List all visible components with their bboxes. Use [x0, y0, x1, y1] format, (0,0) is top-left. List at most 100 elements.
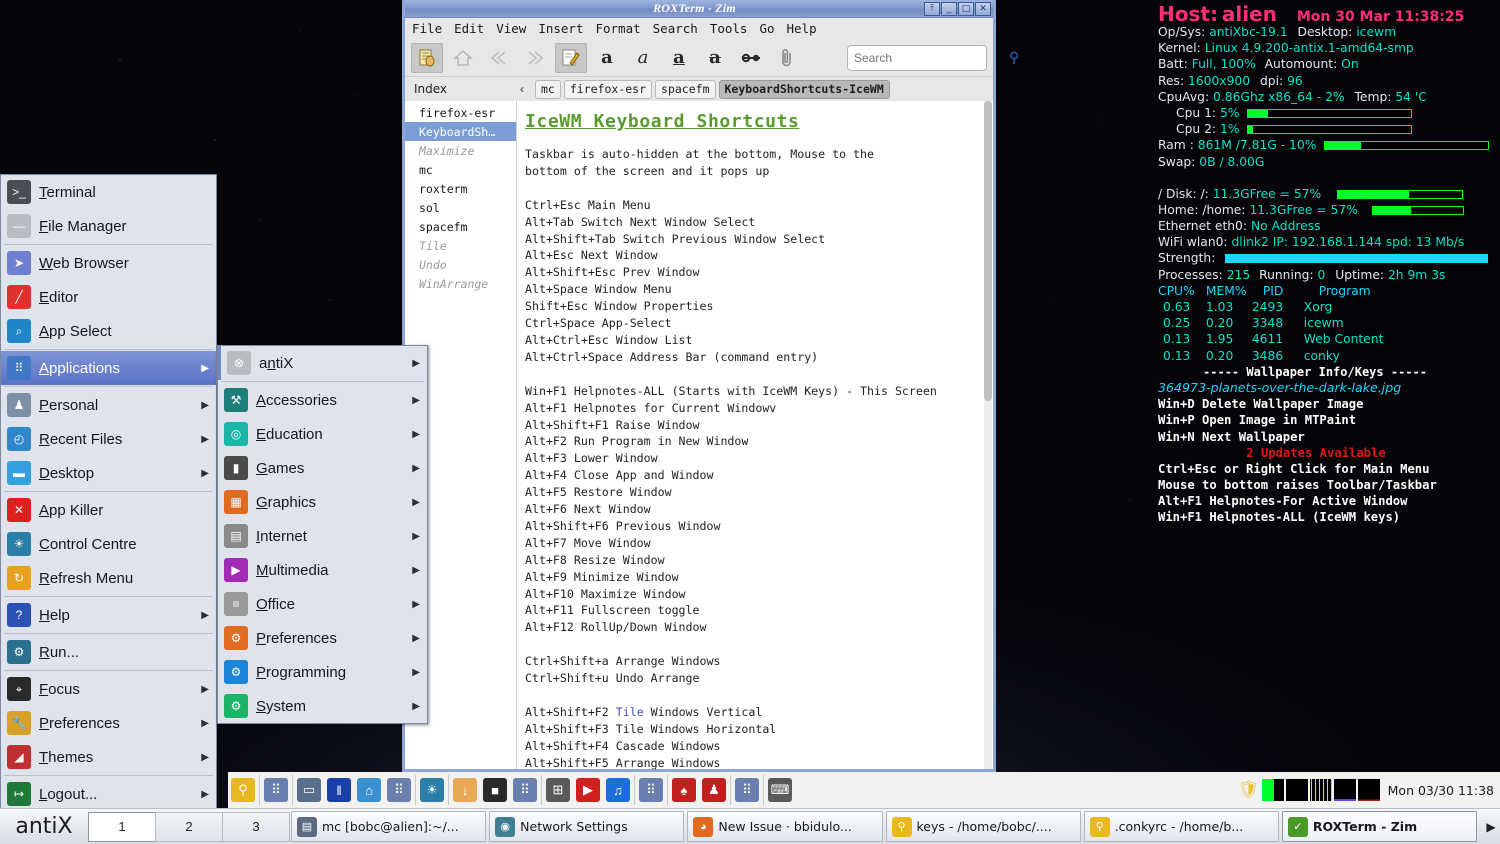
apps-grid-icon[interactable]: ⠿ — [511, 775, 539, 805]
menu-item-run[interactable]: ⚙Run... — [1, 635, 216, 669]
workspace-switcher[interactable]: 1 2 3 — [88, 812, 289, 842]
menu-item-terminal[interactable]: >_Terminal — [1, 175, 216, 209]
breadcrumb[interactable]: mc firefox-esr spacefm KeyboardShortcuts… — [529, 80, 890, 99]
mem-graph-monitor[interactable] — [1310, 779, 1332, 801]
zim-menubar[interactable]: File Edit View Insert Format Search Tool… — [405, 18, 993, 39]
temp-graph-monitor[interactable] — [1358, 779, 1380, 801]
taskbar-task[interactable]: ✓ROXTerm - Zim — [1282, 811, 1477, 842]
menu-edit[interactable]: Edit — [454, 21, 484, 36]
home-icon[interactable] — [447, 43, 479, 73]
control-centre-icon[interactable]: ☀ — [418, 775, 446, 805]
taskbar-task[interactable]: ▤mc [bobc@alien]:~/... — [291, 811, 486, 842]
new-page-icon[interactable] — [411, 43, 443, 73]
index-item-tile[interactable]: Tile — [405, 236, 516, 255]
calculator-icon[interactable]: ⊞ — [544, 775, 572, 805]
icewm-root-menu[interactable]: >_Terminal—File Manager➤Web Browser╱Edit… — [0, 174, 217, 812]
index-item-keyboardshortcuts[interactable]: KeyboardSh… — [405, 122, 516, 141]
icewm-taskbar[interactable]: antiX 1 2 3 ▤mc [bobc@alien]:~/...◉Netwo… — [0, 808, 1500, 844]
menu-item-logout[interactable]: ↦Logout...▶ — [1, 777, 216, 811]
index-item-firefox-esr[interactable]: firefox-esr — [405, 103, 516, 122]
update-shield-icon[interactable]: 🛡 — [1238, 780, 1260, 800]
index-item-winarrange[interactable]: WinArrange — [405, 274, 516, 293]
submenu-item-education[interactable]: ◎Education▶ — [218, 417, 427, 451]
submenu-item-internet[interactable]: ▤Internet▶ — [218, 519, 427, 553]
apps-grid-icon[interactable]: ⠿ — [637, 775, 665, 805]
submenu-item-games[interactable]: ▮Games▶ — [218, 451, 427, 485]
menu-item-editor[interactable]: ╱Editor — [1, 280, 216, 314]
page-link-tile[interactable]: Tile — [616, 705, 644, 719]
submenu-item-multimedia[interactable]: ▶Multimedia▶ — [218, 553, 427, 587]
menu-file[interactable]: File — [412, 21, 442, 36]
music-icon[interactable]: ♫ — [604, 775, 632, 805]
menu-search[interactable]: Search — [653, 21, 698, 36]
attachment-icon[interactable] — [771, 43, 803, 73]
workspace-3[interactable]: 3 — [222, 812, 290, 842]
menu-view[interactable]: View — [496, 21, 526, 36]
menu-item-themes[interactable]: ◢Themes▶ — [1, 740, 216, 774]
shade-button[interactable]: ⤒ — [924, 2, 940, 16]
menu-item-refresh-menu[interactable]: ↻Refresh Menu — [1, 561, 216, 595]
index-item-sol[interactable]: sol — [405, 198, 516, 217]
menu-item-web-browser[interactable]: ➤Web Browser — [1, 246, 216, 280]
back-icon[interactable] — [483, 43, 515, 73]
index-item-roxterm[interactable]: roxterm — [405, 179, 516, 198]
system-monitor-icon[interactable]: ‖ — [325, 775, 353, 805]
submenu-item-antix[interactable]: ⊗antiX▶ — [218, 346, 427, 380]
menu-item-personal[interactable]: ♟Personal▶ — [1, 388, 216, 422]
submenu-item-graphics[interactable]: ▦Graphics▶ — [218, 485, 427, 519]
taskbar-task[interactable]: ◕New Issue · bbidulo... — [687, 811, 882, 842]
workspace-2[interactable]: 2 — [155, 812, 223, 842]
menu-item-help[interactable]: ?Help▶ — [1, 598, 216, 632]
submenu-item-system[interactable]: ⚙System▶ — [218, 689, 427, 723]
collapse-sidebar-icon[interactable]: ‹ — [515, 82, 529, 96]
zim-breadcrumb-row[interactable]: Index ‹ mc firefox-esr spacefm KeyboardS… — [405, 77, 993, 101]
submenu-item-preferences[interactable]: ⚙Preferences▶ — [218, 621, 427, 655]
apps-grid-icon[interactable]: ⠿ — [262, 775, 290, 805]
underline-icon[interactable]: a — [663, 43, 695, 73]
chess-icon[interactable]: ♟ — [700, 775, 728, 805]
zim-titlebar[interactable]: ROXTerm - Zim ⤒ _ □ ✕ — [405, 0, 993, 18]
window-controls[interactable]: ⤒ _ □ ✕ — [924, 2, 993, 16]
index-item-spacefm[interactable]: spacefm — [405, 217, 516, 236]
menu-tools[interactable]: Tools — [710, 21, 748, 36]
menu-format[interactable]: Format — [595, 21, 640, 36]
monitor-icon[interactable]: ▭ — [295, 775, 323, 805]
search-field[interactable] — [854, 51, 1009, 65]
search-input[interactable]: ⚲ — [847, 45, 987, 71]
breadcrumb-item-active[interactable]: KeyboardShortcuts-IceWM — [719, 80, 890, 99]
cards-icon[interactable]: ♠ — [670, 775, 698, 805]
disk-graph-monitor[interactable] — [1334, 779, 1356, 801]
keyboard-icon[interactable]: ⌨ — [766, 775, 794, 805]
submenu-item-programming[interactable]: ⚙Programming▶ — [218, 655, 427, 689]
apps-grid-icon[interactable]: ⠿ — [385, 775, 413, 805]
link-icon[interactable] — [735, 43, 767, 73]
home-icon[interactable]: ⌂ — [355, 775, 383, 805]
menu-item-file-manager[interactable]: —File Manager — [1, 209, 216, 243]
terminal-icon[interactable]: ■ — [481, 775, 509, 805]
taskbar-brand[interactable]: antiX — [0, 814, 88, 839]
page-content[interactable]: IceWM Keyboard Shortcuts Taskbar is auto… — [517, 101, 993, 769]
zim-toolbar[interactable]: a a a a ⚲ — [405, 39, 993, 77]
zim-window[interactable]: ROXTerm - Zim ⤒ _ □ ✕ File Edit View Ins… — [402, 0, 996, 772]
menu-item-recent-files[interactable]: ◴Recent Files▶ — [1, 422, 216, 456]
menu-item-app-killer[interactable]: ✕App Killer — [1, 493, 216, 527]
breadcrumb-item[interactable]: firefox-esr — [564, 80, 652, 99]
tray-clock[interactable]: Mon 03/30 11:38 — [1388, 783, 1494, 798]
menu-item-applications[interactable]: ⠿Applications▶ — [1, 351, 216, 385]
workspace-1[interactable]: 1 — [88, 812, 156, 842]
forward-icon[interactable] — [519, 43, 551, 73]
net-graph-monitor[interactable] — [1286, 779, 1308, 801]
submenu-item-office[interactable]: ≡Office▶ — [218, 587, 427, 621]
taskbar-task[interactable]: ⚲keys - /home/bobc/.... — [886, 811, 1081, 842]
breadcrumb-item[interactable]: spacefm — [655, 80, 715, 99]
menu-help[interactable]: Help — [787, 21, 817, 36]
download-icon[interactable]: ↓ — [451, 775, 479, 805]
index-item-mc[interactable]: mc — [405, 160, 516, 179]
close-button[interactable]: ✕ — [975, 2, 991, 16]
system-tray[interactable]: 🛡 Mon 03/30 11:38 — [1238, 772, 1500, 808]
bold-icon[interactable]: a — [591, 43, 623, 73]
menu-item-focus[interactable]: ⌖Focus▶ — [1, 672, 216, 706]
applications-submenu[interactable]: ⊗antiX▶⚒Accessories▶◎Education▶▮Games▶▦G… — [217, 345, 428, 724]
page-scrollbar[interactable] — [984, 101, 992, 769]
teapot-icon[interactable]: ⚲ — [229, 775, 257, 805]
